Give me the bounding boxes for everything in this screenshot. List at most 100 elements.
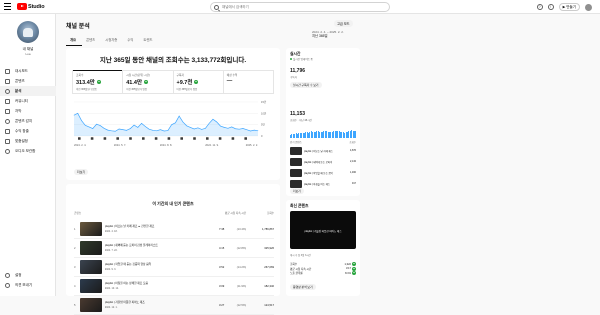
realtime-bar-chart[interactable]: [290, 128, 357, 138]
kpi-value: 313.4만: [76, 80, 95, 86]
account-avatar[interactable]: [585, 3, 592, 11]
video-thumbnail[interactable]: [79, 222, 102, 236]
latest-stat-value: 1,322: [344, 262, 352, 266]
video-title[interactable]: playlist | 아침을 여는 상쾌한 재즈 모음: [105, 282, 195, 285]
latest-stats: 조회수 1,322 평균 시청 지속 시간 3:17 노출 클릭률 8.1%: [290, 262, 356, 276]
realtime-more-button[interactable]: 더보기: [290, 188, 304, 194]
sidebar-item[interactable]: 맞춤설정: [0, 136, 56, 146]
sidebar-item[interactable]: 대시보드: [0, 66, 56, 76]
create-video-icon: ▶: [562, 5, 566, 9]
tab[interactable]: 트렌드: [139, 36, 158, 46]
data-point: [208, 123, 210, 124]
upload-marker[interactable]: [78, 137, 81, 140]
data-point: [107, 129, 109, 131]
overview-more-button[interactable]: 더보기: [74, 169, 89, 175]
upload-marker[interactable]: [231, 137, 235, 140]
realtime-item-views: 917: [352, 182, 356, 185]
data-point: [242, 128, 244, 129]
data-point: [111, 130, 112, 132]
sidebar-item[interactable]: 커뮤니티: [0, 96, 56, 106]
upload-marker[interactable]: [154, 137, 158, 140]
menu-icon[interactable]: [4, 3, 11, 11]
kpi-tab[interactable]: 예상 수익 —: [224, 71, 273, 93]
realtime-subscribers-button[interactable]: 실시간 구독자 수 보기: [290, 82, 322, 88]
y-tick-label: 15만: [261, 100, 267, 104]
data-point: [96, 123, 97, 125]
sidebar-item[interactable]: 자막: [0, 106, 56, 116]
upload-marker[interactable]: [90, 137, 94, 140]
notifications-icon[interactable]: !: [547, 4, 554, 10]
sidebar-bottom-item[interactable]: 설정: [0, 270, 56, 280]
kpi-tab[interactable]: 시청 시간(단위: 시간) 41.4만 이전 365일보다 많음: [123, 71, 174, 93]
advanced-mode-button[interactable]: 고급 모드: [334, 20, 353, 27]
data-point: [148, 128, 150, 130]
views-chart[interactable]: 15만 10만 5만 0 2024. 2. 4. 2024. 5. 7. 2024. 8. …: [72, 98, 274, 148]
upload-marker[interactable]: [244, 137, 247, 140]
video-thumbnail[interactable]: [79, 241, 102, 255]
channel-avatar[interactable]: [17, 21, 39, 43]
data-point: [122, 129, 124, 130]
tab[interactable]: 콘텐츠: [82, 36, 101, 46]
table-row[interactable]: 2 playlist | 새벽에 듣는 로파이 감성 플레이리스트 2024. 7.…: [74, 239, 274, 258]
latest-analytics-button[interactable]: 동영상 분석 보기: [290, 284, 316, 290]
overview-headline: 지난 365일 동안 채널의 조회수는 3,133,772회입니다.: [99, 57, 247, 64]
create-button[interactable]: ▶ 만들기: [558, 3, 580, 11]
analytics-icon: [5, 88, 10, 94]
upload-marker[interactable]: [193, 137, 196, 140]
video-title[interactable]: playlist | 새벽에 듣는 로파이 감성 플레이리스트: [105, 244, 195, 247]
upload-marker[interactable]: [206, 137, 209, 140]
realtime-item[interactable]: playlist | 새벽에 듣는 로파이 2,132: [290, 156, 356, 167]
video-thumbnail[interactable]: [79, 298, 102, 312]
realtime-views: 11,153: [290, 111, 306, 117]
tab[interactable]: 수익: [123, 36, 139, 46]
data-point: [178, 115, 180, 117]
upload-marker[interactable]: [116, 137, 119, 140]
data-point: [216, 121, 217, 123]
table-row[interactable]: 5 playlist | 겨울밤 따뜻한 피아노 재즈 2024. 12. 1. 3:…: [74, 296, 274, 315]
realtime-item[interactable]: playlist | 비오는 날 카페 재즈 4,876: [290, 145, 356, 156]
kpi-tab[interactable]: 조회수 313.4만 이전 365일보다 많음: [73, 70, 124, 93]
date-preset: 지난 365일: [312, 34, 328, 38]
table-row[interactable]: 4 playlist | 아침을 여는 상쾌한 재즈 모음 2024. 10. 14…: [74, 277, 274, 296]
sidebar-item[interactable]: 오디오 보관함: [0, 146, 56, 156]
upload-marker[interactable]: [142, 137, 145, 140]
video-title[interactable]: playlist | 비오는 날 카페 재즈 ☕ 잔잔한 재즈: [105, 225, 195, 228]
latest-stat-value-wrap: 1,322: [344, 262, 356, 267]
search-input[interactable]: [222, 5, 372, 9]
video-thumbnail[interactable]: [79, 260, 102, 274]
channel-name: Loa: [25, 52, 31, 56]
data-point: [201, 129, 202, 130]
data-point: [126, 130, 127, 131]
realtime-subscribers: 11,796: [290, 68, 306, 74]
avg-duration: 3:27: [219, 303, 225, 307]
video-title[interactable]: playlist | 겨울밤 따뜻한 피아노 재즈: [105, 301, 195, 304]
sidebar-bottom-item[interactable]: 의견 보내기: [0, 280, 56, 290]
table-row[interactable]: 1 playlist | 비오는 날 카페 재즈 ☕ 잔잔한 재즈 2024. 4.…: [74, 220, 274, 239]
upload-marker[interactable]: [180, 137, 183, 140]
sidebar-bottom-nav: 설정 의견 보내기: [0, 270, 56, 290]
tab[interactable]: 시청자층: [101, 36, 123, 46]
upload-marker[interactable]: [129, 137, 132, 140]
upload-marker[interactable]: [103, 137, 107, 140]
table-row[interactable]: 3 playlist | 작업할 때 듣는 집중력 향상 음악 2024. 9. 3…: [74, 258, 274, 277]
video-thumbnail[interactable]: [79, 279, 102, 293]
video-title[interactable]: playlist | 작업할 때 듣는 집중력 향상 음악: [105, 263, 195, 266]
video-date: 2024. 7. 22.: [104, 248, 118, 252]
sidebar-item[interactable]: 콘텐츠: [0, 76, 56, 86]
customization-icon: [5, 138, 10, 144]
avg-duration: 7:38: [219, 227, 225, 231]
sidebar-item[interactable]: 콘텐츠 감지: [0, 116, 56, 126]
help-icon[interactable]: ?: [536, 4, 543, 10]
realtime-item[interactable]: playlist | 작업할 때 듣는 음악 1,460: [290, 167, 356, 178]
studio-logo[interactable]: Studio: [17, 3, 45, 10]
upload-marker[interactable]: [218, 137, 222, 140]
data-point: [81, 120, 82, 121]
dashboard-icon: [5, 68, 10, 74]
date-range-picker[interactable]: 2024. 2. 4. – 2025. 2. 2. 지난 365일: [312, 30, 344, 38]
sidebar-item[interactable]: 수익 창출: [0, 126, 56, 136]
sidebar-item[interactable]: 분석: [0, 86, 56, 96]
kpi-tab[interactable]: 구독자 +9.7천 이전 365일보다 많음: [174, 71, 224, 93]
tab[interactable]: 개요: [66, 36, 83, 46]
upload-marker[interactable]: [167, 137, 171, 140]
search-bar[interactable]: [210, 2, 390, 12]
